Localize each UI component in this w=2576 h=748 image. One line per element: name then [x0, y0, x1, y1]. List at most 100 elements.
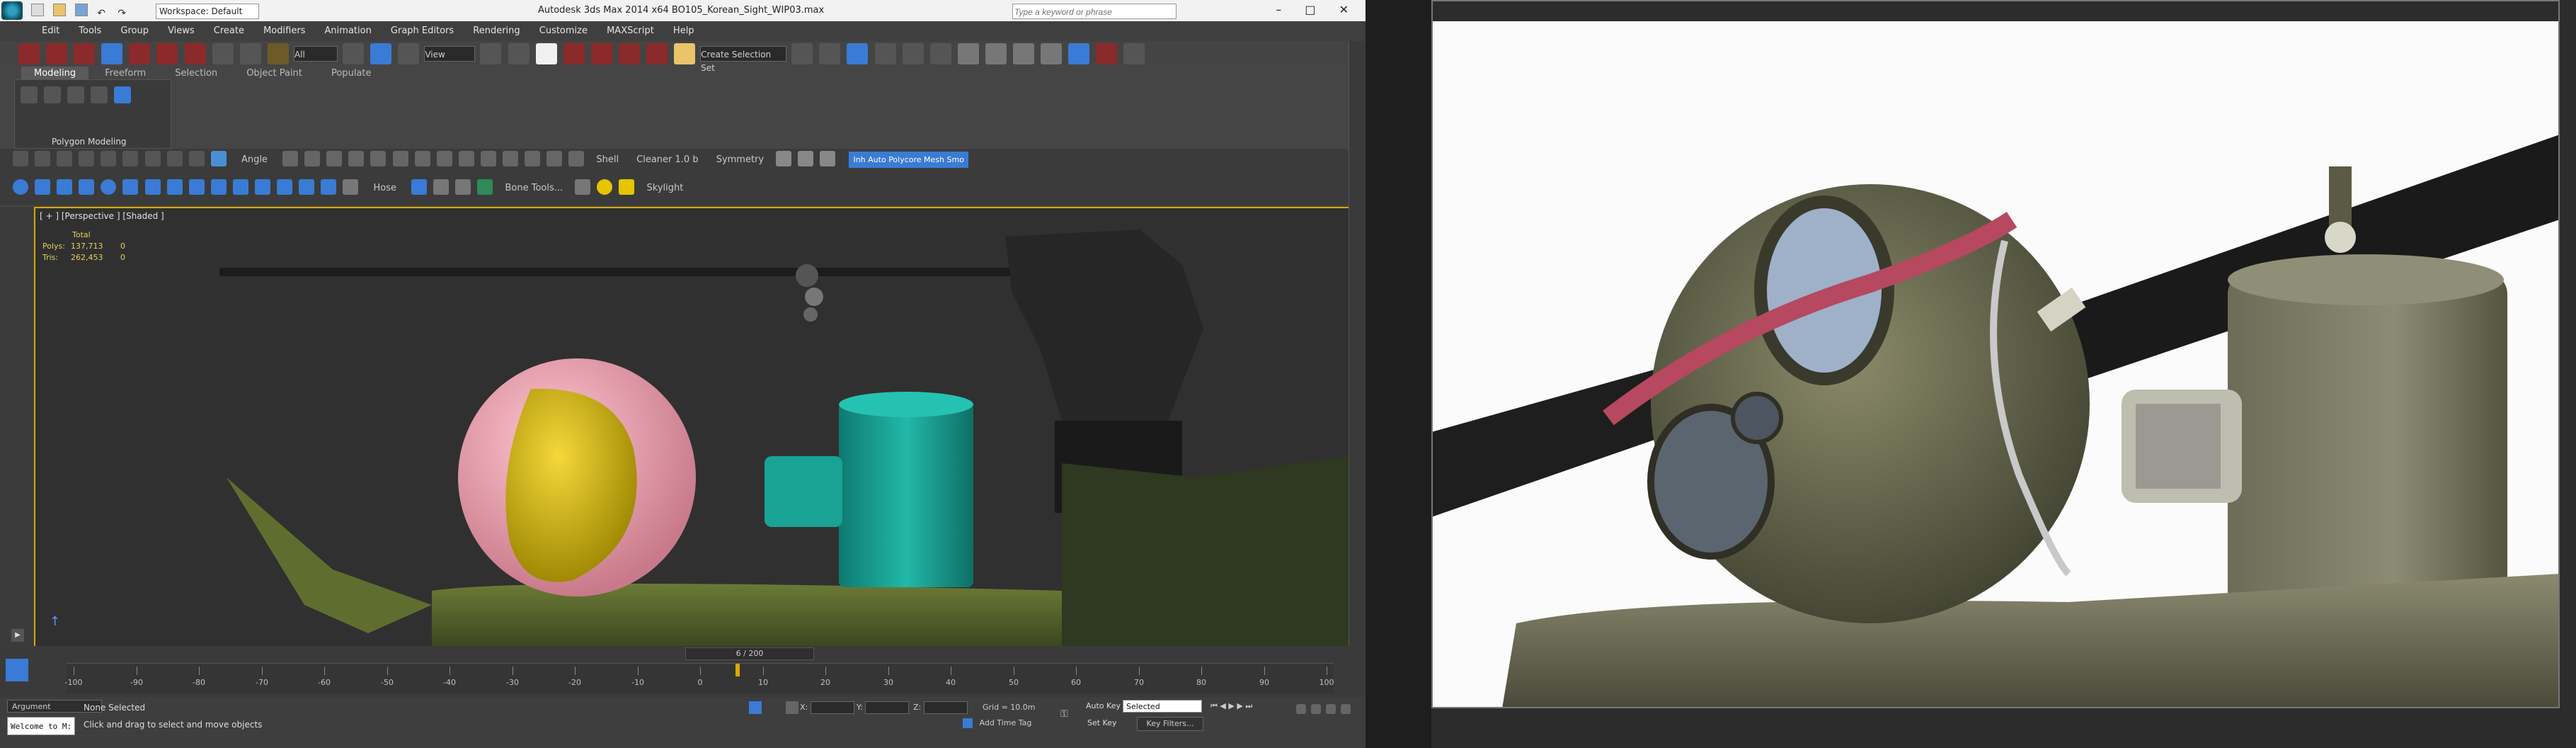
rect-select-icon[interactable]: [156, 43, 178, 64]
redo-icon[interactable]: ↷: [118, 8, 129, 19]
angle-label[interactable]: Angle: [241, 154, 268, 165]
script-icon[interactable]: [776, 151, 792, 166]
unlink-icon[interactable]: [46, 43, 68, 64]
y-coord-field[interactable]: [865, 701, 910, 714]
graphite-toggle-icon[interactable]: [874, 43, 896, 64]
ribbon-button-icon[interactable]: [44, 86, 62, 103]
unchain-icon[interactable]: [239, 43, 261, 64]
go-end-icon[interactable]: ⏭: [1245, 701, 1252, 710]
cone-create-icon[interactable]: [79, 179, 95, 195]
tape-helper-icon[interactable]: [455, 179, 471, 195]
polygon-modeling-label[interactable]: Polygon Modeling: [52, 137, 127, 147]
search-field[interactable]: [1013, 5, 1172, 19]
edit-named-selection-icon[interactable]: [674, 43, 696, 64]
play-animation-icon[interactable]: ▶: [1228, 701, 1234, 710]
light-spot-icon[interactable]: [619, 179, 635, 195]
keyboard-shortcut-icon[interactable]: [535, 43, 557, 64]
menu-animation[interactable]: Animation: [317, 21, 379, 40]
pan-icon[interactable]: [1341, 703, 1351, 714]
relax-icon[interactable]: [568, 151, 585, 166]
transform-mode-icon[interactable]: [786, 701, 798, 714]
material-editor-icon[interactable]: [957, 43, 979, 64]
maximize-icon[interactable]: □: [1305, 3, 1315, 16]
menu-maxscript[interactable]: MAXScript: [599, 21, 662, 40]
oiltank-create-icon[interactable]: [321, 179, 337, 195]
target-weld-icon[interactable]: [480, 151, 496, 166]
inset-icon[interactable]: [326, 151, 343, 166]
figure-icon[interactable]: [210, 151, 227, 166]
pivot-center-icon[interactable]: [480, 43, 502, 64]
search-input[interactable]: [1012, 4, 1177, 19]
chamfer-icon[interactable]: [370, 151, 387, 166]
select-object-icon[interactable]: [101, 43, 123, 64]
settings-gear-icon[interactable]: [1123, 43, 1145, 64]
zoom-extents-icon[interactable]: [1068, 43, 1090, 64]
select-by-name-icon[interactable]: [129, 43, 151, 64]
gengon-create-icon[interactable]: [277, 179, 293, 195]
symmetry-label[interactable]: Symmetry: [716, 154, 764, 165]
polygon-icon[interactable]: [79, 151, 95, 166]
lock-icon[interactable]: [749, 701, 762, 714]
teapot-create-icon[interactable]: [188, 179, 205, 195]
cap-icon[interactable]: [502, 151, 518, 166]
geosphere-create-icon[interactable]: [210, 179, 227, 195]
loop-icon[interactable]: [188, 151, 205, 166]
sphere-create-icon[interactable]: [13, 179, 28, 195]
dummy-icon[interactable]: [411, 179, 428, 195]
time-slider-handle[interactable]: [735, 664, 740, 676]
bone-icon[interactable]: [477, 179, 493, 195]
key-filters-button[interactable]: Key Filters...: [1137, 717, 1203, 731]
box-create-icon[interactable]: [35, 179, 51, 195]
minimize-icon[interactable]: –: [1276, 3, 1281, 16]
maxscript-listener[interactable]: Welcome to M:: [7, 717, 75, 735]
point-helper-icon[interactable]: [433, 179, 450, 195]
spindle-create-icon[interactable]: [255, 179, 271, 195]
script-icon[interactable]: [798, 151, 814, 166]
element-icon[interactable]: [101, 151, 117, 166]
selection-filter-dropdown[interactable]: All: [293, 46, 338, 62]
schematic-view-icon[interactable]: [929, 43, 951, 64]
curve-editor-icon[interactable]: [902, 43, 924, 64]
open-file-icon[interactable]: [53, 4, 67, 16]
frame-indicator[interactable]: 6 / 200: [685, 647, 814, 660]
menu-tools[interactable]: Tools: [71, 21, 109, 40]
bridge-icon[interactable]: [348, 151, 365, 166]
new-file-icon[interactable]: [31, 4, 44, 16]
menu-graph-editors[interactable]: Graph Editors: [383, 21, 462, 40]
shrink-icon[interactable]: [144, 151, 161, 166]
tab-freeform[interactable]: Freeform: [92, 67, 159, 80]
border-icon[interactable]: [57, 151, 73, 166]
menu-help[interactable]: Help: [665, 21, 702, 40]
skylight-label[interactable]: Skylight: [647, 183, 684, 193]
tube-create-icon[interactable]: [122, 179, 139, 195]
bind-space-warp-icon[interactable]: [74, 43, 96, 64]
z-coord-field[interactable]: [923, 701, 968, 714]
ring-icon[interactable]: [166, 151, 183, 166]
bevel-icon[interactable]: [304, 151, 321, 166]
cut-icon[interactable]: [414, 151, 430, 166]
close-icon[interactable]: ✕: [1339, 3, 1349, 16]
spring-create-icon[interactable]: [343, 179, 359, 195]
slice-icon[interactable]: [525, 151, 541, 166]
ribbon-button-icon[interactable]: [21, 86, 38, 103]
angle-snap-icon[interactable]: [590, 43, 612, 64]
torus-create-icon[interactable]: [101, 179, 117, 195]
tab-modeling[interactable]: Modeling: [21, 67, 89, 80]
vertex-icon[interactable]: [13, 151, 28, 166]
set-key-button[interactable]: Set Key: [1087, 718, 1117, 727]
menu-create[interactable]: Create: [206, 21, 252, 40]
camera-icon[interactable]: [575, 179, 591, 195]
tab-selection[interactable]: Selection: [162, 67, 230, 80]
timeline-track[interactable]: -100 -90 -80 -70 -60 -50 -40 -30 -20 -10 0 10 20 30 40…: [65, 663, 1334, 693]
magnet-icon[interactable]: [1096, 43, 1118, 64]
bind-icon[interactable]: [267, 43, 289, 64]
grow-icon[interactable]: [122, 151, 139, 166]
scale-icon[interactable]: [398, 43, 420, 64]
menu-edit[interactable]: Edit: [34, 21, 67, 40]
ribbon-button-icon[interactable]: [114, 86, 132, 103]
orbit-icon[interactable]: [1326, 703, 1336, 714]
save-file-icon[interactable]: [75, 4, 88, 16]
tab-object-paint[interactable]: Object Paint: [234, 67, 315, 80]
link-icon[interactable]: [18, 43, 40, 64]
x-coord-field[interactable]: [810, 701, 854, 714]
